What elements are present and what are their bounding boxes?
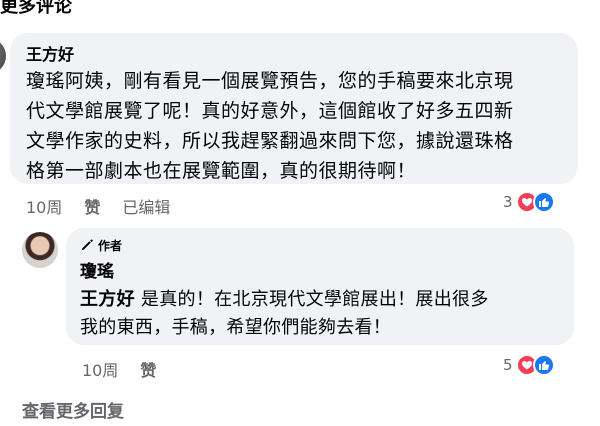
reply-line-text: 是真的！在北京現代文學館展出！展出很多 bbox=[134, 289, 489, 310]
commenter-avatar[interactable] bbox=[0, 38, 6, 74]
reply-actions: 10周 赞 bbox=[82, 357, 156, 381]
reply-body: 王方好 是真的！在北京現代文學館展出！展出很多 我的東西，手稿，希望你們能夠去看… bbox=[80, 286, 560, 342]
comment-line: 文學作家的史料，所以我趕緊翻過來問下您，據說還珠格 bbox=[26, 130, 514, 152]
edited-label: 已编辑 bbox=[122, 198, 171, 217]
pencil-icon bbox=[80, 238, 94, 252]
reaction-count: 5 bbox=[503, 356, 513, 374]
mention-link[interactable]: 王方好 bbox=[80, 289, 135, 310]
comment-actions: 10周 赞 已编辑 bbox=[26, 194, 170, 218]
reply-author[interactable]: 瓊瑤 bbox=[80, 258, 560, 286]
comment-bubble: 王方好 瓊瑤阿姨，剛有看見一個展覽預告，您的手稿要來北京現 代文學館展覽了呢！真… bbox=[10, 33, 578, 184]
reply-like-button[interactable]: 赞 bbox=[140, 357, 156, 381]
reply-reactions[interactable]: 5 bbox=[503, 354, 555, 376]
reply-line: 王方好 是真的！在北京現代文學館展出！展出很多 bbox=[80, 286, 560, 314]
author-avatar[interactable] bbox=[22, 232, 58, 268]
like-reaction-icon bbox=[532, 354, 555, 376]
author-badge-label: 作者 bbox=[98, 238, 123, 253]
reaction-count: 3 bbox=[503, 193, 513, 211]
comment-line: 格第一部劇本也在展覽範圍，真的很期待啊！ bbox=[26, 160, 417, 182]
comment-line: 代文學館展覽了呢！真的好意外，這個館收了好多五四新 bbox=[26, 100, 514, 122]
comment-reactions[interactable]: 3 bbox=[503, 191, 555, 213]
reply-line: 我的東西，手稿，希望你們能夠去看！ bbox=[80, 317, 392, 338]
comment-line: 瓊瑤阿姨，剛有看見一個展覽預告，您的手稿要來北京現 bbox=[26, 70, 514, 92]
reply-bubble: 作者 瓊瑤 王方好 是真的！在北京現代文學館展出！展出很多 我的東西，手稿，希望… bbox=[66, 228, 574, 345]
comment-author[interactable]: 王方好 bbox=[26, 43, 564, 67]
like-reaction-icon bbox=[532, 191, 555, 213]
view-more-replies-link[interactable]: 查看更多回复 bbox=[22, 397, 124, 422]
reply-timestamp[interactable]: 10周 bbox=[82, 357, 118, 381]
like-button[interactable]: 赞 bbox=[84, 194, 100, 218]
section-title: 更多评论 bbox=[0, 0, 72, 17]
comment-body: 瓊瑤阿姨，剛有看見一個展覽預告，您的手稿要來北京現 代文學館展覽了呢！真的好意外… bbox=[26, 66, 564, 186]
author-badge: 作者 bbox=[80, 236, 560, 254]
comment-timestamp[interactable]: 10周 bbox=[26, 194, 62, 218]
